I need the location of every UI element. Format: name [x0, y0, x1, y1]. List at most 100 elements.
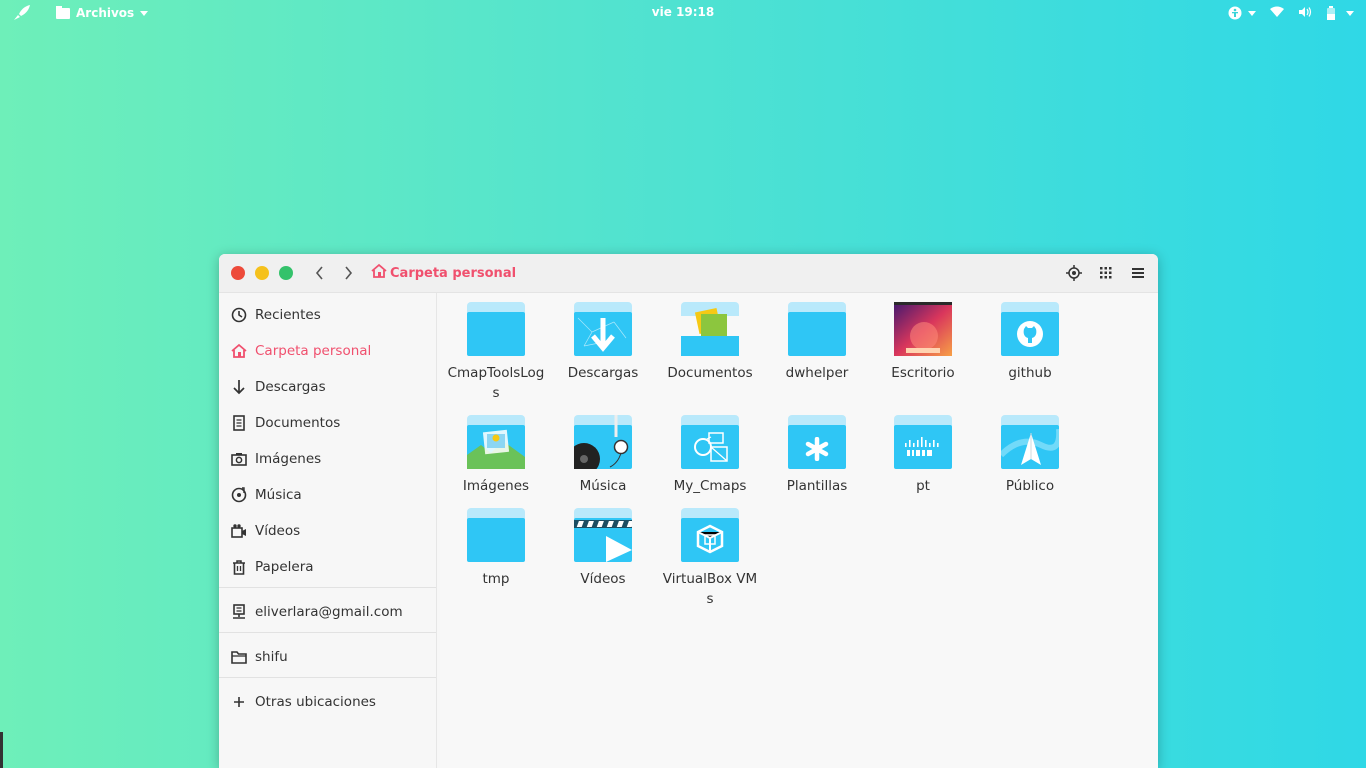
sidebar-item-recientes[interactable]: Recientes [219, 298, 436, 332]
home-icon [371, 263, 387, 283]
folder-icon [467, 508, 525, 562]
file-item-pt[interactable]: pt [873, 415, 973, 496]
file-item-documentos[interactable]: Documentos [660, 302, 760, 383]
file-label: Plantillas [786, 478, 848, 494]
volume-icon [1298, 6, 1312, 21]
menu-button[interactable] [1130, 264, 1146, 282]
trash-icon [231, 559, 247, 575]
clock-icon [231, 307, 247, 323]
view-grid-button[interactable] [1098, 264, 1114, 282]
github-folder-icon [1001, 302, 1059, 356]
public-folder-icon [1001, 415, 1059, 469]
videos-folder-icon [574, 508, 632, 562]
download-icon [231, 379, 247, 395]
sidebar-item-label: Carpeta personal [255, 343, 372, 359]
file-label: Vídeos [580, 571, 626, 587]
chevron-down-icon [1346, 10, 1354, 16]
sidebar-item-label: Música [255, 487, 302, 503]
grid-icon [1100, 267, 1112, 279]
hamburger-icon [1132, 268, 1144, 278]
file-item-virtualbox-vms[interactable]: VirtualBox VMs [660, 508, 760, 609]
virtualbox-folder-icon [681, 508, 739, 562]
pictures-folder-icon [467, 415, 525, 469]
file-item-imagenes[interactable]: Imágenes [446, 415, 546, 496]
file-label: Público [1005, 478, 1055, 494]
battery-icon [1326, 6, 1354, 20]
sidebar-item-label: Documentos [255, 415, 341, 431]
header-bar: Carpeta personal [219, 254, 1158, 293]
home-icon [231, 343, 247, 359]
crosshair-icon [1066, 265, 1082, 281]
sidebar-item-shifu[interactable]: shifu [219, 640, 436, 674]
download-folder-icon [574, 302, 632, 356]
sidebar-item-videos[interactable]: Vídeos [219, 514, 436, 548]
file-item-github[interactable]: github [980, 302, 1080, 383]
status-area[interactable] [1228, 4, 1354, 22]
minimize-window-button[interactable] [255, 266, 269, 280]
music-folder-icon [574, 415, 632, 469]
chevron-down-icon [1248, 10, 1256, 16]
sidebar-item-documentos[interactable]: Documentos [219, 406, 436, 440]
sidebar-item-imagenes[interactable]: Imágenes [219, 442, 436, 476]
chevron-left-icon [315, 266, 323, 280]
file-item-descargas[interactable]: Descargas [553, 302, 653, 383]
path-label: Carpeta personal [390, 265, 517, 281]
camera-icon [231, 451, 247, 467]
file-item-dwhelper[interactable]: dwhelper [767, 302, 867, 383]
file-item-tmp[interactable]: tmp [446, 508, 546, 589]
sidebar-item-online-account[interactable]: eliverlara@gmail.com [219, 595, 436, 629]
video-icon [231, 523, 247, 539]
file-manager-window: Carpeta personal Recientes Carpeta perso… [219, 254, 1158, 768]
accessibility-icon[interactable] [1228, 6, 1256, 20]
music-icon [231, 487, 247, 503]
file-item-musica[interactable]: Música [553, 415, 653, 496]
folder-icon [788, 302, 846, 356]
document-icon [231, 415, 247, 431]
chevron-right-icon [345, 266, 353, 280]
file-label: My_Cmaps [673, 478, 747, 494]
file-label: CmapToolsLogs [447, 365, 545, 401]
sidebar-divider [219, 587, 436, 588]
file-item-my-cmaps[interactable]: My_Cmaps [660, 415, 760, 496]
sidebar-item-label: Otras ubicaciones [255, 694, 376, 710]
sidebar-item-label: Recientes [255, 307, 321, 323]
file-grid: CmapToolsLogs Descargas Documentos dwhel… [440, 293, 1158, 768]
sidebar-item-label: shifu [255, 649, 288, 665]
file-item-cmaptoolslogs[interactable]: CmapToolsLogs [446, 302, 546, 403]
close-window-button[interactable] [231, 266, 245, 280]
file-item-plantillas[interactable]: Plantillas [767, 415, 867, 496]
folder-icon [231, 649, 247, 665]
file-item-escritorio[interactable]: Escritorio [873, 302, 973, 383]
locate-button[interactable] [1066, 264, 1082, 282]
templates-folder-icon [788, 415, 846, 469]
maximize-window-button[interactable] [279, 266, 293, 280]
file-label: pt [916, 478, 930, 494]
documents-folder-icon [681, 302, 739, 356]
sidebar-divider [219, 632, 436, 633]
file-label: dwhelper [785, 365, 849, 381]
forward-button[interactable] [338, 264, 358, 282]
clock[interactable]: vie 19:18 [0, 5, 1366, 19]
file-label: Documentos [667, 365, 753, 381]
sidebar-item-label: Papelera [255, 559, 314, 575]
file-label: Música [579, 478, 627, 494]
file-label: Imágenes [462, 478, 530, 494]
file-label: tmp [482, 571, 510, 587]
file-item-publico[interactable]: Público [980, 415, 1080, 496]
sidebar-item-carpeta-personal[interactable]: Carpeta personal [219, 334, 436, 368]
sidebar-divider [219, 677, 436, 678]
dock-edge [0, 732, 3, 768]
file-label: VirtualBox VMs [662, 571, 758, 607]
wifi-icon [1270, 6, 1284, 21]
sidebar-item-descargas[interactable]: Descargas [219, 370, 436, 404]
file-item-videos[interactable]: Vídeos [553, 508, 653, 589]
file-label: Descargas [567, 365, 639, 381]
path-bar-home[interactable]: Carpeta personal [371, 263, 517, 283]
file-label: Escritorio [891, 365, 955, 381]
desktop-folder-icon [894, 302, 952, 356]
sidebar-item-label: Descargas [255, 379, 326, 395]
sidebar-item-musica[interactable]: Música [219, 478, 436, 512]
sidebar-item-otras-ubicaciones[interactable]: Otras ubicaciones [219, 685, 436, 719]
back-button[interactable] [310, 264, 330, 282]
sidebar-item-papelera[interactable]: Papelera [219, 550, 436, 584]
